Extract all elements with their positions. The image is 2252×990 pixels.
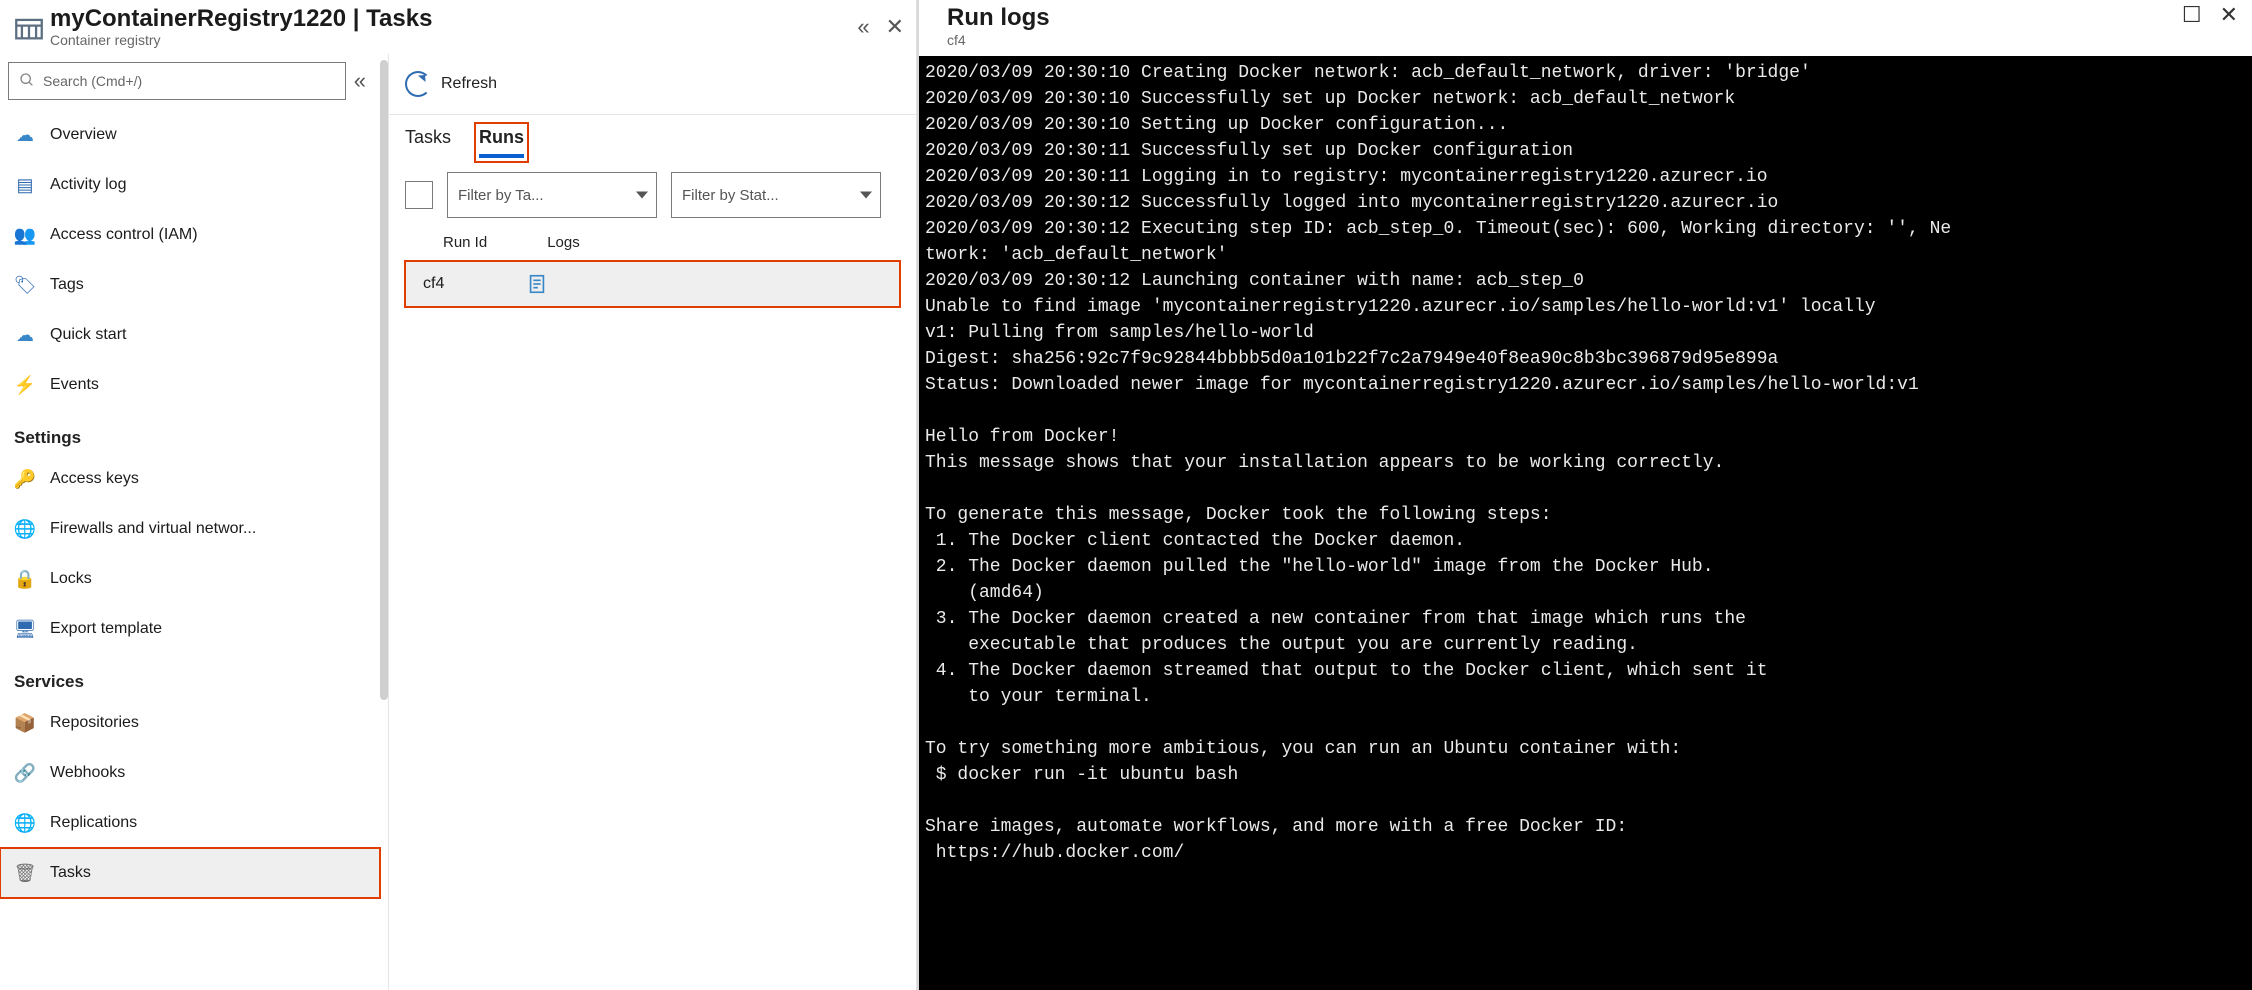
sidebar-item-iam[interactable]: 👥 Access control (IAM) <box>0 210 380 260</box>
logs-icon[interactable] <box>526 273 548 295</box>
sidebar-item-quick-start[interactable]: ☁ Quick start <box>0 310 380 360</box>
resource-header: myContainerRegistry1220 | Tasks Containe… <box>0 0 916 54</box>
nav-heading: Settings <box>0 410 380 454</box>
sidebar-item-label: Overview <box>50 126 117 144</box>
sidebar-item-tasks[interactable]: 🗑 Tasks <box>0 848 380 898</box>
sidebar-item-repositories[interactable]: 📦 Repositories <box>0 698 380 748</box>
sidebar-item-label: Firewalls and virtual networ... <box>50 520 256 538</box>
sidebar-item-label: Tasks <box>50 864 91 882</box>
run-logs-subtitle: cf4 <box>947 32 1050 48</box>
tasks-panel: Refresh Tasks Runs Filter by Ta... Filter… <box>388 54 916 990</box>
export-template-icon: 🖥 <box>14 619 36 640</box>
webhooks-icon: 🔗 <box>14 763 36 784</box>
run-row[interactable]: cf4 <box>405 261 900 307</box>
run-logs-header: Run logs cf4 ☐ ✕ <box>919 0 2252 56</box>
sidebar-item-label: Quick start <box>50 326 126 344</box>
sidebar-item-label: Access keys <box>50 470 139 488</box>
refresh-icon <box>405 71 431 97</box>
search-placeholder: Search (Cmd+/) <box>43 73 142 89</box>
select-all-checkbox[interactable] <box>405 181 433 209</box>
replications-icon: 🌐 <box>14 813 36 834</box>
close-logs-button[interactable]: ✕ <box>2220 4 2238 26</box>
filter-by-status-dropdown[interactable]: Filter by Stat... <box>671 172 881 218</box>
quick-start-icon: ☁ <box>14 325 36 346</box>
access-keys-icon: 🔑 <box>14 469 36 490</box>
sidebar-item-access-keys[interactable]: 🔑 Access keys <box>0 454 380 504</box>
run-logs-title: Run logs <box>947 4 1050 32</box>
sidebar-item-label: Export template <box>50 620 162 638</box>
run-logs-terminal[interactable]: 2020/03/09 20:30:10 Creating Docker netw… <box>919 56 2252 990</box>
sidebar-item-firewalls[interactable]: 🌐 Firewalls and virtual networ... <box>0 504 380 554</box>
sidebar-item-export-template[interactable]: 🖥 Export template <box>0 604 380 654</box>
close-blade-button[interactable]: ✕ <box>886 16 904 38</box>
sidebar-item-label: Activity log <box>50 176 126 194</box>
sidebar-item-label: Repositories <box>50 714 139 732</box>
sidebar-item-label: Replications <box>50 814 137 832</box>
sidebar-item-label: Locks <box>50 570 92 588</box>
events-icon: ⚡ <box>14 375 36 396</box>
refresh-button[interactable]: Refresh <box>441 75 497 93</box>
search-input[interactable]: Search (Cmd+/) <box>8 62 346 100</box>
sidebar-item-label: Tags <box>50 276 84 294</box>
sidebar-scrollbar[interactable] <box>380 60 388 700</box>
iam-icon: 👥 <box>14 225 36 246</box>
filter-by-task-dropdown[interactable]: Filter by Ta... <box>447 172 657 218</box>
sidebar-item-label: Events <box>50 376 99 394</box>
page-title: myContainerRegistry1220 | Tasks <box>50 6 857 32</box>
search-icon <box>19 72 35 91</box>
firewalls-icon: 🌐 <box>14 519 36 540</box>
activity-log-icon: ▤ <box>14 175 36 196</box>
collapse-blade-button[interactable]: « <box>857 16 869 38</box>
tab-runs[interactable]: Runs <box>479 127 524 158</box>
run-id-cell: cf4 <box>423 275 444 293</box>
repositories-icon: 📦 <box>14 713 36 734</box>
container-registry-icon <box>8 6 50 48</box>
sidebar-item-replications[interactable]: 🌐 Replications <box>0 798 380 848</box>
sidebar-item-events[interactable]: ⚡ Events <box>0 360 380 410</box>
column-logs: Logs <box>547 234 580 251</box>
tags-icon: 🏷 <box>14 275 36 296</box>
nav-heading: Services <box>0 654 380 698</box>
sidebar-item-locks[interactable]: 🔒 Locks <box>0 554 380 604</box>
tasks-icon: 🗑 <box>14 863 36 884</box>
sidebar-item-tags[interactable]: 🏷 Tags <box>0 260 380 310</box>
sidebar-item-activity-log[interactable]: ▤ Activity log <box>0 160 380 210</box>
sidebar-item-label: Webhooks <box>50 764 125 782</box>
sidebar-item-label: Access control (IAM) <box>50 226 198 244</box>
locks-icon: 🔒 <box>14 569 36 590</box>
tab-tasks[interactable]: Tasks <box>405 127 451 158</box>
sidebar-item-webhooks[interactable]: 🔗 Webhooks <box>0 748 380 798</box>
page-subtitle: Container registry <box>50 33 857 48</box>
collapse-nav-button[interactable]: « <box>352 68 368 94</box>
overview-icon: ☁ <box>14 125 36 146</box>
sidebar: Search (Cmd+/) « ☁ Overview ▤ Activity log 👥… <box>0 54 388 990</box>
sidebar-item-overview[interactable]: ☁ Overview <box>0 110 380 160</box>
maximize-blade-button[interactable]: ☐ <box>2182 4 2202 26</box>
column-run-id: Run Id <box>443 234 487 251</box>
